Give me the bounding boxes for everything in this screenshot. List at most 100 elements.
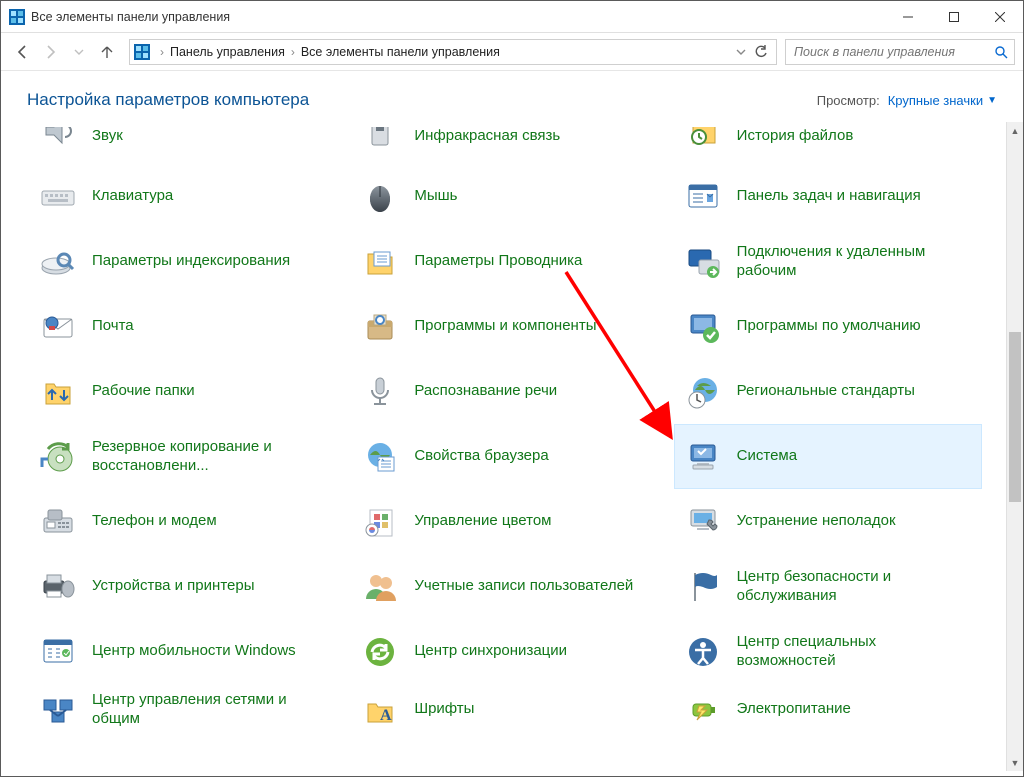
view-selector: Просмотр: Крупные значки ▼ — [817, 93, 997, 108]
refresh-button[interactable] — [750, 45, 772, 59]
content-header: Настройка параметров компьютера Просмотр… — [1, 71, 1023, 122]
item-devices-printers[interactable]: Устройства и принтеры — [29, 554, 337, 619]
item-label: Электропитание — [737, 700, 851, 719]
backup-icon — [38, 437, 78, 477]
item-label: Учетные записи пользователей — [414, 577, 633, 596]
item-label: Панель задач и навигация — [737, 187, 921, 206]
devices-printers-icon — [38, 567, 78, 607]
item-label: Свойства браузера — [414, 447, 548, 466]
system-icon — [683, 437, 723, 477]
folder-options-icon — [360, 242, 400, 282]
breadcrumb-sep: › — [156, 45, 168, 59]
speaker-icon — [38, 127, 78, 151]
item-backup-restore[interactable]: Резервное копирование и восстановлени... — [29, 424, 337, 489]
region-icon — [683, 372, 723, 412]
internet-options-icon — [360, 437, 400, 477]
item-label: Центр синхронизации — [414, 642, 567, 661]
view-value[interactable]: Крупные значки — [888, 93, 983, 108]
items-grid: Звук Инфракрасная связь История файлов К… — [1, 122, 1006, 736]
item-indexing[interactable]: Параметры индексирования — [29, 229, 337, 294]
item-infrared[interactable]: Инфракрасная связь — [351, 126, 659, 164]
troubleshooting-icon — [683, 502, 723, 542]
item-label: Параметры индексирования — [92, 252, 290, 271]
history-dropdown[interactable] — [65, 38, 93, 66]
titlebar: Все элементы панели управления — [1, 1, 1023, 33]
remote-desktop-icon — [683, 242, 723, 282]
item-network-sharing[interactable]: Центр управления сетями и общим — [29, 684, 337, 736]
nav-toolbar: › Панель управления › Все элементы панел… — [1, 33, 1023, 71]
item-remote-desktop[interactable]: Подключения к удаленным рабочим — [674, 229, 982, 294]
window-title: Все элементы панели управления — [31, 10, 230, 24]
item-troubleshooting[interactable]: Устранение неполадок — [674, 489, 982, 554]
item-region[interactable]: Региональные стандарты — [674, 359, 982, 424]
item-label: Резервное копирование и восстановлени... — [92, 438, 328, 476]
item-sync-center[interactable]: Центр синхронизации — [351, 619, 659, 684]
taskbar-icon — [683, 177, 723, 217]
security-flag-icon — [683, 567, 723, 607]
item-label: Управление цветом — [414, 512, 551, 531]
default-programs-icon — [683, 307, 723, 347]
item-mail[interactable]: Почта — [29, 294, 337, 359]
close-button[interactable] — [977, 1, 1023, 33]
item-file-history[interactable]: История файлов — [674, 126, 982, 164]
item-mobility-center[interactable]: Центр мобильности Windows — [29, 619, 337, 684]
forward-button[interactable] — [37, 38, 65, 66]
item-label: Почта — [92, 317, 134, 336]
item-speech[interactable]: Распознавание речи — [351, 359, 659, 424]
search-input[interactable] — [792, 44, 994, 60]
item-programs-features[interactable]: Программы и компоненты — [351, 294, 659, 359]
sync-center-icon — [360, 632, 400, 672]
mail-icon — [38, 307, 78, 347]
back-button[interactable] — [9, 38, 37, 66]
item-label: Телефон и модем — [92, 512, 217, 531]
item-label: Шрифты — [414, 700, 474, 719]
item-system[interactable]: Система — [674, 424, 982, 489]
maximize-button[interactable] — [931, 1, 977, 33]
item-fonts[interactable]: A Шрифты — [351, 684, 659, 736]
mouse-icon — [360, 177, 400, 217]
user-accounts-icon — [360, 567, 400, 607]
search-icon[interactable] — [994, 45, 1008, 59]
color-management-icon — [360, 502, 400, 542]
item-keyboard[interactable]: Клавиатура — [29, 164, 337, 229]
item-mouse[interactable]: Мышь — [351, 164, 659, 229]
keyboard-icon — [38, 177, 78, 217]
item-phone-modem[interactable]: Телефон и модем — [29, 489, 337, 554]
scroll-up-button[interactable]: ▲ — [1007, 122, 1023, 139]
svg-text:A: A — [380, 707, 392, 724]
breadcrumb-sep: › — [287, 45, 299, 59]
breadcrumb-root[interactable]: Панель управления — [168, 45, 287, 59]
item-security-maintenance[interactable]: Центр безопасности и обслуживания — [674, 554, 982, 619]
chevron-down-icon[interactable]: ▼ — [987, 95, 997, 106]
item-sound[interactable]: Звук — [29, 126, 337, 164]
address-bar[interactable]: › Панель управления › Все элементы панел… — [129, 39, 777, 65]
minimize-button[interactable] — [885, 1, 931, 33]
item-label: Центр управления сетями и общим — [92, 691, 328, 729]
address-dropdown[interactable] — [732, 47, 750, 57]
item-color-management[interactable]: Управление цветом — [351, 489, 659, 554]
item-label: Центр специальных возможностей — [737, 633, 973, 671]
item-label: История файлов — [737, 127, 854, 146]
window-buttons — [885, 1, 1023, 33]
item-ease-of-access[interactable]: Центр специальных возможностей — [674, 619, 982, 684]
item-user-accounts[interactable]: Учетные записи пользователей — [351, 554, 659, 619]
item-label: Центр мобильности Windows — [92, 642, 296, 661]
breadcrumb-current[interactable]: Все элементы панели управления — [299, 45, 502, 59]
item-work-folders[interactable]: Рабочие папки — [29, 359, 337, 424]
search-box[interactable] — [785, 39, 1015, 65]
item-label: Распознавание речи — [414, 382, 557, 401]
item-label: Система — [737, 447, 797, 466]
up-button[interactable] — [93, 38, 121, 66]
window: Все элементы панели управления › Панель … — [0, 0, 1024, 777]
item-explorer-options[interactable]: Параметры Проводника — [351, 229, 659, 294]
item-internet-options[interactable]: Свойства браузера — [351, 424, 659, 489]
indexing-icon — [38, 242, 78, 282]
item-power-options[interactable]: Электропитание — [674, 684, 982, 736]
item-default-programs[interactable]: Программы по умолчанию — [674, 294, 982, 359]
fonts-icon: A — [360, 696, 400, 724]
item-label: Рабочие папки — [92, 382, 195, 401]
scroll-down-button[interactable]: ▼ — [1007, 754, 1023, 771]
item-taskbar[interactable]: Панель задач и навигация — [674, 164, 982, 229]
scrollbar[interactable]: ▲ ▼ — [1006, 122, 1023, 771]
scroll-thumb[interactable] — [1009, 332, 1021, 502]
